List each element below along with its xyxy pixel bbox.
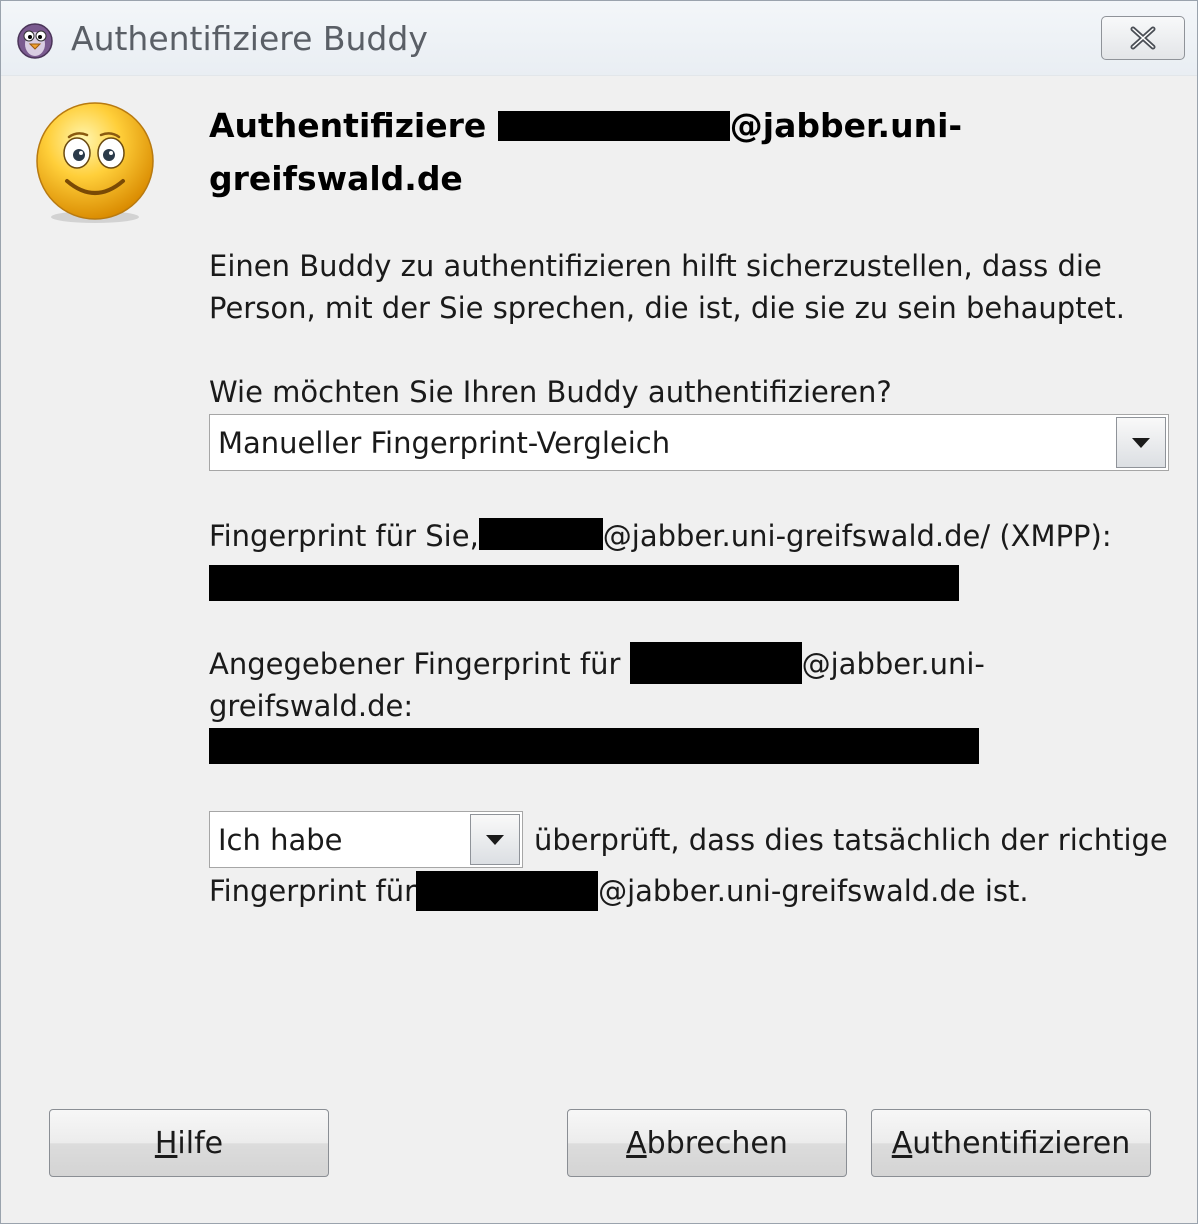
own-fingerprint-suffix: @jabber.uni-greifswald.de/ (XMPP): xyxy=(602,519,1112,553)
verification-select[interactable]: Ich habe xyxy=(209,811,523,868)
redacted-buddy-account xyxy=(629,642,802,684)
authenticate-button[interactable]: Authentifizieren xyxy=(871,1109,1151,1177)
authenticate-buddy-dialog: Authentifiziere Buddy Authentifiziere @j… xyxy=(0,0,1198,1224)
buddy-fingerprint-line2: greifswald.de: xyxy=(209,689,414,723)
verification-suffix: @jabber.uni-greifswald.de ist. xyxy=(598,874,1029,908)
chevron-down-icon xyxy=(486,834,504,845)
redacted-own-fingerprint xyxy=(209,565,959,601)
redacted-buddy-fingerprint xyxy=(209,728,979,764)
title-bar[interactable]: Authentifiziere Buddy xyxy=(1,1,1197,76)
pidgin-icon xyxy=(17,23,53,59)
verification-text-line-2: Fingerprint für @jabber.uni-greifswald.de… xyxy=(209,870,1029,912)
heading-prefix: Authentifiziere xyxy=(209,106,498,145)
close-icon xyxy=(1130,26,1156,50)
help-accel: H xyxy=(154,1125,178,1161)
redacted-verification-account xyxy=(416,871,599,911)
help-button[interactable]: Hilfe xyxy=(49,1109,329,1177)
cancel-accel: A xyxy=(626,1125,647,1161)
intro-text: Einen Buddy zu authentifizieren hilft si… xyxy=(209,245,1125,329)
smiley-icon xyxy=(36,102,154,223)
close-button[interactable] xyxy=(1101,16,1185,60)
chevron-down-icon xyxy=(1132,437,1150,448)
intro-line-1: Einen Buddy zu authentifizieren hilft si… xyxy=(209,249,1102,283)
verification-dropdown-button[interactable] xyxy=(470,814,520,865)
own-fingerprint-prefix: Fingerprint für Sie, xyxy=(209,519,479,553)
buddy-fingerprint-prefix: Angegebener Fingerprint für xyxy=(209,647,630,681)
cancel-button[interactable]: Abbrechen xyxy=(567,1109,847,1177)
heading-line2: greifswald.de xyxy=(209,159,463,198)
buddy-fingerprint-suffix: @jabber.uni- xyxy=(801,647,985,681)
auth-method-select[interactable]: Manueller Fingerprint-Vergleich xyxy=(209,414,1169,471)
dialog-heading: Authentifiziere @jabber.uni- greifswald.… xyxy=(209,99,1009,205)
cancel-label: bbrechen xyxy=(646,1125,788,1161)
buddy-fingerprint-label: Angegebener Fingerprint für @jabber.uni-… xyxy=(209,642,985,727)
auth-method-value: Manueller Fingerprint-Vergleich xyxy=(218,425,671,460)
method-label: Wie möchten Sie Ihren Buddy authentifizi… xyxy=(209,375,892,409)
heading-suffix: @jabber.uni- xyxy=(729,106,963,145)
verification-text-line-1: überprüft, dass dies tatsächlich der ric… xyxy=(534,823,1168,857)
window-title: Authentifiziere Buddy xyxy=(71,19,428,58)
verification-value: Ich habe xyxy=(218,822,343,857)
redacted-buddy-name xyxy=(497,111,730,141)
authenticate-label: uthentifizieren xyxy=(912,1125,1131,1161)
help-label: ilfe xyxy=(177,1125,224,1161)
auth-method-dropdown-button[interactable] xyxy=(1116,417,1166,468)
redacted-own-account xyxy=(478,518,603,550)
own-fingerprint-label: Fingerprint für Sie, @jabber.uni-greifswa… xyxy=(209,515,1112,557)
verification-prefix: Fingerprint für xyxy=(209,874,417,908)
authenticate-accel: A xyxy=(891,1125,913,1161)
intro-line-2: Person, mit der Sie sprechen, die ist, d… xyxy=(209,291,1125,325)
